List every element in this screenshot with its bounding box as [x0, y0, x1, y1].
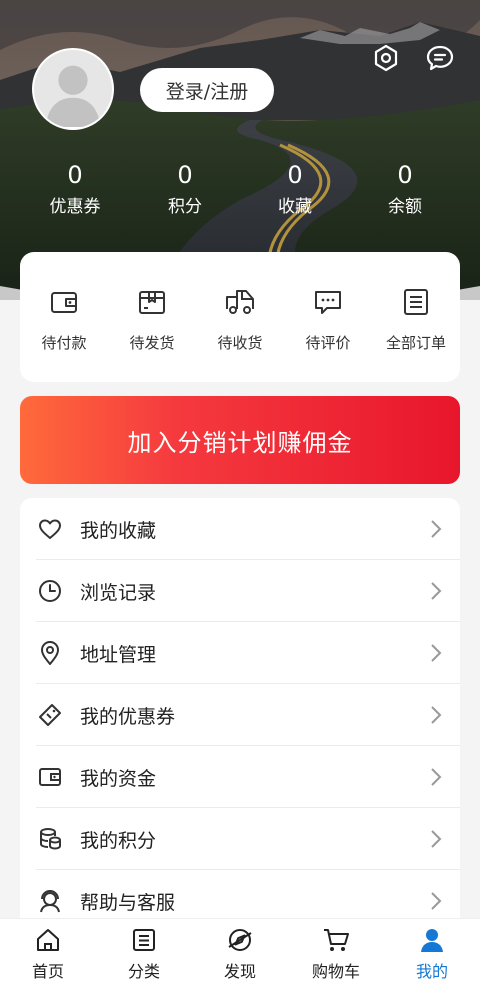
tab-label: 发现 [223, 962, 256, 981]
stat-favorites[interactable]: 0 收藏 [240, 160, 350, 220]
order-label: 待收货 [217, 334, 263, 352]
stat-value: 0 [177, 161, 193, 189]
stat-value: 0 [397, 161, 413, 189]
order-label: 待付款 [41, 334, 87, 352]
chevron-right-icon [431, 768, 442, 786]
order-label: 待评价 [305, 334, 351, 352]
wallet-icon [48, 286, 80, 318]
menu-item-points[interactable]: 我的积分 [20, 808, 460, 870]
tab-cart[interactable]: 购物车 [288, 919, 384, 984]
coupon-icon [36, 701, 64, 729]
chevron-right-icon [431, 830, 442, 848]
stat-label: 积分 [168, 197, 202, 217]
account-stats: 0 优惠券 0 积分 0 收藏 0 余额 [20, 160, 460, 220]
category-icon [130, 926, 158, 954]
menu-item-favorites[interactable]: 我的收藏 [20, 498, 460, 560]
stat-value: 0 [287, 161, 303, 189]
stat-points[interactable]: 0 积分 [130, 160, 240, 220]
menu-label: 帮助与客服 [80, 891, 176, 914]
tab-label: 购物车 [311, 962, 360, 981]
user-icon [418, 926, 446, 954]
menu-item-funds[interactable]: 我的资金 [20, 746, 460, 808]
wallet-icon [36, 763, 64, 791]
heart-icon [36, 515, 64, 543]
default-avatar-icon [34, 50, 112, 127]
truck-icon [224, 286, 256, 318]
order-pending-receipt[interactable]: 待收货 [196, 286, 284, 382]
chevron-right-icon [431, 892, 442, 910]
customer-service-icon [36, 887, 64, 915]
order-list-icon [400, 286, 432, 318]
order-label: 待发货 [129, 334, 175, 352]
menu-label: 我的资金 [80, 767, 157, 790]
tab-label: 我的 [415, 962, 448, 981]
menu-label: 地址管理 [80, 643, 157, 666]
cart-icon [322, 926, 350, 954]
order-pending-review[interactable]: 待评价 [284, 286, 372, 382]
chevron-right-icon [431, 582, 442, 600]
menu-item-coupons[interactable]: 我的优惠券 [20, 684, 460, 746]
stat-label: 收藏 [278, 197, 312, 217]
avatar[interactable] [32, 48, 114, 130]
order-pending-payment[interactable]: 待付款 [20, 286, 108, 382]
menu-item-history[interactable]: 浏览记录 [20, 560, 460, 622]
message-icon[interactable] [424, 42, 456, 74]
settings-hex-icon[interactable] [370, 42, 402, 74]
coins-icon [36, 825, 64, 853]
tab-category[interactable]: 分类 [96, 919, 192, 984]
order-pending-shipment[interactable]: 待发货 [108, 286, 196, 382]
stat-label: 余额 [388, 197, 422, 217]
menu-label: 我的优惠券 [80, 705, 176, 728]
menu-label: 我的收藏 [80, 519, 157, 542]
tab-label: 分类 [127, 962, 160, 981]
menu-label: 我的积分 [80, 829, 157, 852]
tab-mine[interactable]: 我的 [384, 919, 480, 984]
order-all[interactable]: 全部订单 [372, 286, 460, 382]
chevron-right-icon [431, 520, 442, 538]
tab-discover[interactable]: 发现 [192, 919, 288, 984]
stat-balance[interactable]: 0 余额 [350, 160, 460, 220]
login-register-button[interactable]: 登录/注册 [140, 68, 274, 112]
menu-list: 我的收藏 浏览记录 地址管理 我的优惠券 我的资金 我的积分 帮助与客服 [20, 498, 460, 938]
chevron-right-icon [431, 706, 442, 724]
location-pin-icon [36, 639, 64, 667]
distribution-banner[interactable]: 加入分销计划赚佣金 [20, 396, 460, 484]
tab-label: 首页 [31, 962, 64, 981]
tab-home[interactable]: 首页 [0, 919, 96, 984]
comment-icon [312, 286, 344, 318]
package-icon [136, 286, 168, 318]
order-status-card: 待付款 待发货 待收货 待评价 全部订单 [20, 252, 460, 382]
menu-label: 浏览记录 [80, 581, 157, 604]
menu-item-address[interactable]: 地址管理 [20, 622, 460, 684]
discover-icon [226, 926, 254, 954]
order-label: 全部订单 [385, 334, 446, 352]
bottom-tab-bar: 首页 分类 发现 购物车 我的 [0, 918, 480, 984]
stat-value: 0 [67, 161, 83, 189]
home-icon [34, 926, 62, 954]
stat-label: 优惠券 [49, 197, 101, 217]
stat-coupons[interactable]: 0 优惠券 [20, 160, 130, 220]
clock-icon [36, 577, 64, 605]
chevron-right-icon [431, 644, 442, 662]
